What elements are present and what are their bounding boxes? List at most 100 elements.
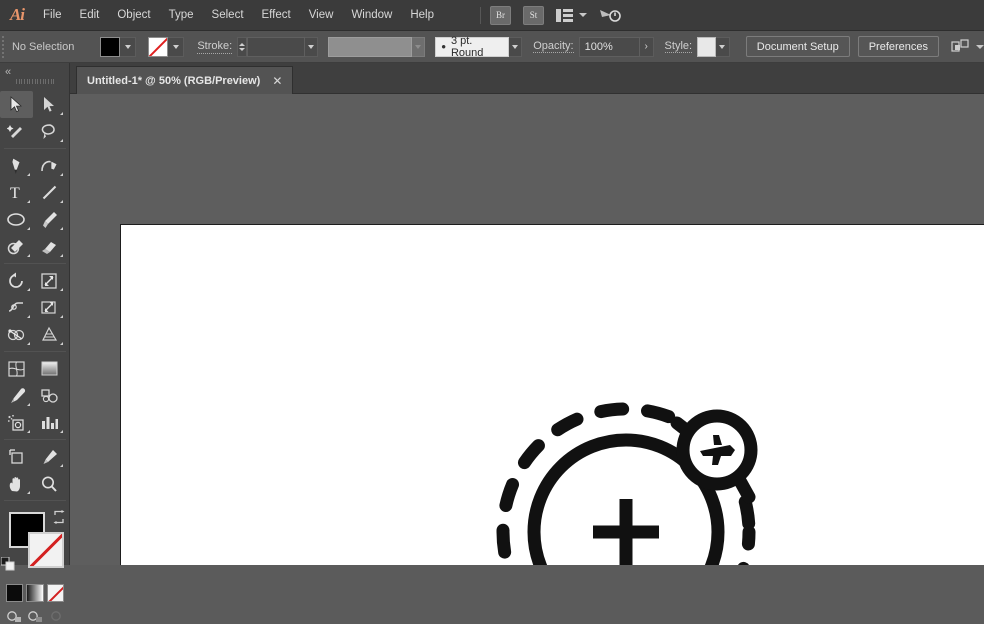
tools-panel: « T — [0, 63, 70, 622]
graphic-style-swatch[interactable] — [697, 36, 717, 57]
tools-divider — [4, 263, 66, 264]
none-button[interactable] — [46, 584, 64, 602]
menu-edit[interactable]: Edit — [71, 0, 109, 31]
opacity-input[interactable]: 100% — [578, 36, 640, 57]
document-tab-bar: Untitled-1* @ 50% (RGB/Preview) ✕ — [0, 63, 984, 94]
stroke-weight-label[interactable]: Stroke: — [197, 40, 233, 54]
tool-flyout-indicator — [27, 200, 30, 203]
eraser-tool[interactable] — [33, 233, 66, 260]
workspace-switcher[interactable] — [556, 8, 587, 22]
selection-tool[interactable] — [0, 91, 33, 118]
screen-mode-icon[interactable] — [46, 607, 65, 624]
drawing-mode-normal-icon[interactable] — [5, 607, 24, 624]
pen-tool[interactable] — [0, 152, 33, 179]
variable-width-profile[interactable] — [328, 36, 412, 57]
fill-color-control[interactable] — [100, 36, 137, 57]
stock-button[interactable]: St — [523, 5, 544, 25]
menu-help[interactable]: Help — [401, 0, 443, 31]
direct-selection-tool[interactable] — [33, 91, 66, 118]
brush-definition-field[interactable]: • 3 pt. Round — [435, 34, 509, 59]
collapse-panel-button[interactable]: « — [5, 66, 11, 78]
swap-fill-stroke-icon[interactable] — [52, 510, 66, 524]
artboard[interactable] — [120, 224, 984, 565]
gradient-button[interactable] — [26, 584, 44, 602]
color-mode-buttons — [0, 580, 70, 602]
slice-tool[interactable] — [33, 443, 66, 470]
fill-dropdown-button[interactable] — [120, 36, 137, 57]
tool-flyout-indicator — [27, 430, 30, 433]
align-control[interactable] — [951, 38, 984, 55]
style-label[interactable]: Style: — [664, 40, 693, 53]
color-button[interactable] — [6, 584, 24, 602]
close-icon[interactable]: ✕ — [272, 75, 282, 87]
tools-divider — [4, 148, 66, 149]
paintbrush-tool[interactable] — [33, 206, 66, 233]
screen-mode-buttons — [0, 602, 70, 624]
blend-tool[interactable] — [33, 382, 66, 409]
stroke-swatch-none[interactable] — [148, 36, 169, 57]
menu-type[interactable]: Type — [160, 0, 203, 31]
fill-swatch[interactable] — [100, 36, 121, 57]
menu-effect[interactable]: Effect — [253, 0, 300, 31]
menu-view[interactable]: View — [300, 0, 343, 31]
tools-panel-grip[interactable] — [15, 78, 55, 84]
canvas-area[interactable] — [70, 94, 984, 565]
menu-file[interactable]: File — [34, 0, 71, 31]
stroke-weight-input[interactable] — [246, 36, 305, 57]
workspace-switcher-icon — [556, 8, 573, 22]
control-bar-grip[interactable] — [0, 31, 6, 63]
shaper-tool[interactable] — [0, 233, 33, 260]
width-profile-dropdown[interactable] — [411, 36, 426, 57]
tool-flyout-indicator — [60, 139, 63, 142]
curvature-tool[interactable] — [33, 152, 66, 179]
flight-add-location-illustration[interactable] — [481, 387, 771, 565]
type-tool[interactable]: T — [0, 179, 33, 206]
preferences-button[interactable]: Preferences — [857, 36, 940, 57]
default-fill-stroke-icon[interactable] — [1, 557, 15, 571]
brush-definition-value: 3 pt. Round — [450, 34, 484, 59]
drawing-mode-behind-icon[interactable] — [26, 607, 45, 624]
graphic-style-dropdown[interactable] — [716, 36, 730, 57]
tools-panel-header: « — [0, 63, 69, 89]
brush-definition-dropdown[interactable] — [508, 36, 523, 57]
menu-select[interactable]: Select — [203, 0, 253, 31]
tool-flyout-indicator — [60, 173, 63, 176]
rotate-tool[interactable] — [0, 267, 33, 294]
chevron-down-icon — [172, 44, 179, 49]
zoom-tool[interactable] — [33, 470, 66, 497]
mesh-tool[interactable] — [0, 355, 33, 382]
column-graph-tool[interactable] — [33, 409, 66, 436]
stroke-dropdown-button[interactable] — [168, 36, 185, 57]
stroke-color-swatch-none[interactable] — [28, 532, 64, 568]
tool-flyout-indicator — [60, 315, 63, 318]
menu-object[interactable]: Object — [108, 0, 159, 31]
menu-divider — [480, 6, 481, 24]
tool-flyout-indicator — [60, 254, 63, 257]
opacity-flyout-button[interactable]: › — [639, 36, 654, 57]
free-transform-tool[interactable] — [33, 294, 66, 321]
stroke-weight-stepper[interactable] — [237, 36, 247, 57]
document-tab[interactable]: Untitled-1* @ 50% (RGB/Preview) ✕ — [76, 66, 294, 94]
magic-wand-tool[interactable] — [0, 118, 33, 145]
stroke-color-control[interactable] — [148, 36, 185, 57]
symbol-sprayer-tool[interactable] — [0, 409, 33, 436]
ellipse-tool[interactable] — [0, 206, 33, 233]
perspective-grid-tool[interactable] — [33, 321, 66, 348]
opacity-label[interactable]: Opacity: — [533, 40, 574, 53]
line-segment-tool[interactable] — [33, 179, 66, 206]
stroke-weight-dropdown[interactable] — [304, 36, 319, 57]
menu-window[interactable]: Window — [342, 0, 401, 31]
search-help-icon[interactable] — [599, 6, 621, 24]
artboard-tool[interactable] — [0, 443, 33, 470]
lasso-tool[interactable] — [33, 118, 66, 145]
scale-tool[interactable] — [33, 267, 66, 294]
hand-tool[interactable] — [0, 470, 33, 497]
width-tool[interactable] — [0, 294, 33, 321]
document-setup-button[interactable]: Document Setup — [745, 36, 850, 57]
shape-builder-tool[interactable] — [0, 321, 33, 348]
eyedropper-tool[interactable] — [0, 382, 33, 409]
chevron-down-icon — [976, 44, 984, 49]
align-to-artboard-icon — [951, 38, 969, 52]
gradient-tool[interactable] — [33, 355, 66, 382]
bridge-button[interactable]: Br — [490, 5, 511, 25]
